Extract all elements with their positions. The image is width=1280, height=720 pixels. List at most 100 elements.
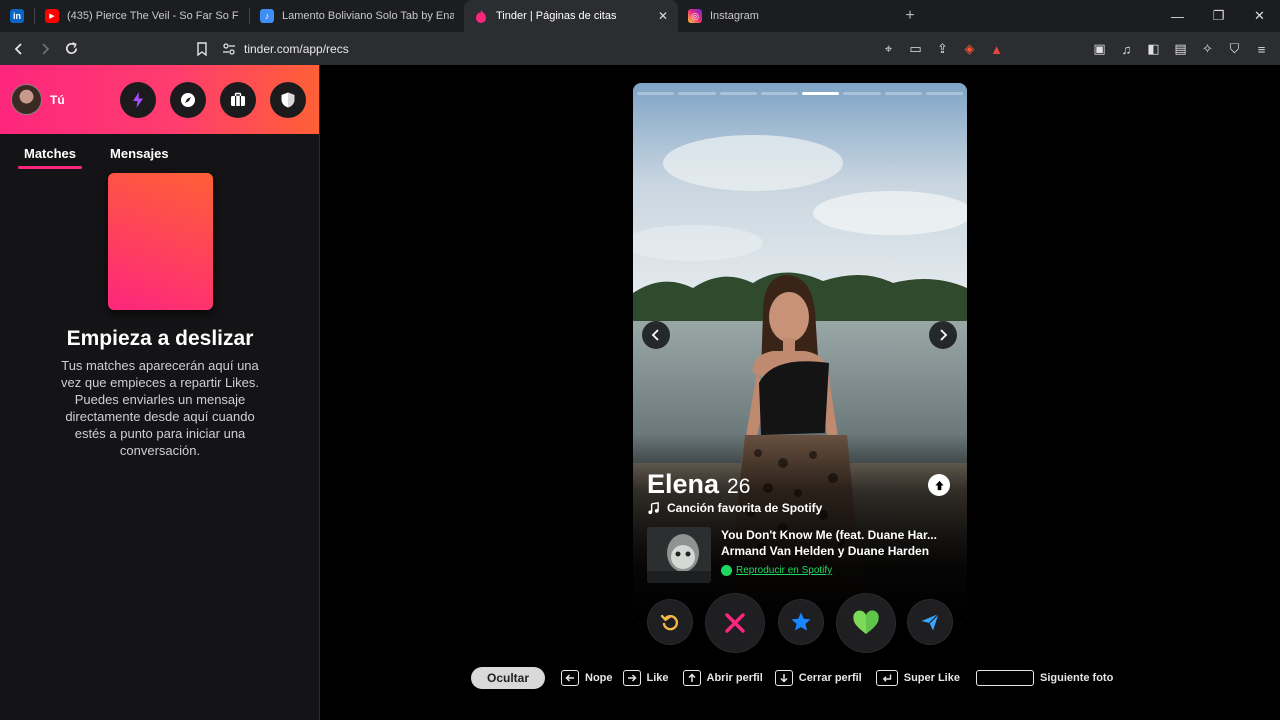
- close-window-icon[interactable]: ✕: [1239, 0, 1280, 32]
- chevron-right-icon: [940, 329, 948, 341]
- leo-ai-icon[interactable]: ✧: [1197, 39, 1218, 60]
- enter-key-icon: [875, 670, 898, 686]
- minimize-icon[interactable]: —: [1157, 0, 1198, 32]
- like-button[interactable]: [837, 594, 895, 652]
- hint-super-like: Super Like: [875, 670, 960, 686]
- instagram-icon: ◎: [688, 9, 702, 23]
- photo-indicator: [884, 92, 922, 95]
- hint-close-profile: Cerrar perfil: [774, 670, 862, 686]
- matches-sidebar: Tú Matches Mensajes Empieza a deslizar T…: [0, 65, 320, 720]
- boost-button[interactable]: [120, 82, 156, 118]
- cast-icon[interactable]: ▭: [905, 39, 926, 60]
- send-icon: [921, 613, 939, 631]
- nope-button[interactable]: [706, 594, 764, 652]
- brave-shields-icon[interactable]: ◈: [959, 39, 980, 60]
- photo-indicator-active: [802, 92, 840, 95]
- play-link-text: Reproducir en Spotify: [736, 565, 833, 576]
- site-settings-icon[interactable]: [222, 43, 236, 55]
- restore-icon[interactable]: ❐: [1198, 0, 1239, 32]
- spotify-anthem-heading: Canción favorita de Spotify: [647, 501, 822, 515]
- address-toolbar: tinder.com/app/recs ⌖ ▭ ⇪ ◈ ▲ ▣ ♫ ◧ ▤ ✧ …: [0, 32, 1280, 65]
- left-arrow-key-icon: [561, 670, 579, 686]
- heart-icon: [853, 610, 879, 634]
- right-arrow-key-icon: [622, 670, 641, 686]
- empty-state-title: Empieza a deslizar: [66, 327, 254, 350]
- shield-icon: [281, 92, 295, 108]
- url-bar[interactable]: tinder.com/app/recs: [196, 36, 996, 62]
- arrow-up-icon: [934, 480, 944, 490]
- empty-state-text: Tus matches aparecerán aquí una vez que …: [61, 358, 259, 458]
- music-icon[interactable]: ♫: [1116, 39, 1137, 60]
- safety-button[interactable]: [270, 82, 306, 118]
- briefcase-icon: [231, 92, 245, 106]
- compass-icon: [181, 93, 195, 107]
- hint-like: Like: [622, 670, 669, 686]
- reload-button[interactable]: [58, 36, 84, 62]
- tab-matches[interactable]: Matches: [18, 146, 83, 169]
- profile-name-row: Elena 26: [647, 469, 750, 500]
- tab-messages[interactable]: Mensajes: [104, 146, 175, 169]
- tinder-icon: [474, 9, 488, 23]
- arrow-right-icon: [42, 42, 50, 55]
- tab-instagram[interactable]: ◎ Instagram: [678, 0, 888, 32]
- passport-button[interactable]: [220, 82, 256, 118]
- explore-button[interactable]: [170, 82, 206, 118]
- arrow-left-icon: [14, 42, 22, 55]
- hint-nope: Nope: [561, 670, 613, 686]
- album-cover: [647, 527, 711, 583]
- music-note-icon: [648, 501, 659, 514]
- location-icon[interactable]: ⌖: [878, 39, 899, 60]
- window-controls: — ❐ ✕: [1157, 0, 1280, 32]
- tab-title: (435) Pierce The Veil - So Far So Fake: [67, 10, 239, 22]
- hide-shortcuts-button[interactable]: Ocultar: [471, 667, 545, 689]
- you-label[interactable]: Tú: [50, 93, 65, 107]
- rewind-icon: [660, 614, 679, 631]
- brave-rewards-icon[interactable]: ▲: [986, 39, 1007, 60]
- menu-icon[interactable]: ≡: [1251, 39, 1272, 60]
- tab-linkedin[interactable]: in: [0, 0, 34, 32]
- previous-photo-button[interactable]: [642, 321, 670, 349]
- space-key-icon: [975, 670, 1034, 686]
- browser-tab-bar: in ▶ (435) Pierce The Veil - So Far So F…: [0, 0, 1280, 32]
- back-button[interactable]: [6, 36, 32, 62]
- songsterr-icon: ♪: [260, 9, 274, 23]
- tab-title: Lamento Boliviano Solo Tab by Enanitos V…: [282, 10, 454, 22]
- song-info: You Don't Know Me (feat. Duane Har... Ar…: [721, 527, 957, 559]
- profile-age: 26: [727, 475, 751, 498]
- profile-card[interactable]: Elena 26 Canción favorita de Spotify You…: [633, 83, 967, 623]
- hint-open-profile: Abrir perfil: [682, 670, 763, 686]
- hint-like-label: Like: [646, 672, 669, 684]
- boost-send-button[interactable]: [908, 600, 952, 644]
- photo-indicator: [678, 92, 716, 95]
- next-photo-button[interactable]: [929, 321, 957, 349]
- youtube-icon: ▶: [45, 9, 59, 23]
- super-like-button[interactable]: [779, 600, 823, 644]
- linkedin-icon: in: [10, 9, 24, 23]
- down-arrow-key-icon: [774, 670, 793, 686]
- lightning-icon: [133, 92, 143, 108]
- play-on-spotify-link[interactable]: Reproducir en Spotify: [721, 565, 832, 576]
- new-tab-button[interactable]: +: [896, 7, 924, 25]
- media-icon[interactable]: ▣: [1089, 39, 1110, 60]
- wallet-icon[interactable]: ▤: [1170, 39, 1191, 60]
- sidebar-toggle-icon[interactable]: ◧: [1143, 39, 1164, 60]
- share-icon[interactable]: ⇪: [932, 39, 953, 60]
- vpn-icon[interactable]: ⛉: [1224, 39, 1245, 60]
- url-text: tinder.com/app/recs: [244, 42, 349, 56]
- open-profile-button[interactable]: [928, 474, 950, 496]
- tab-songsterr[interactable]: ♪ Lamento Boliviano Solo Tab by Enanitos…: [250, 0, 464, 32]
- spotify-heading-text: Canción favorita de Spotify: [667, 501, 823, 515]
- photo-indicator: [925, 92, 963, 95]
- close-x-icon: [725, 613, 745, 633]
- tab-tinder[interactable]: Tinder | Páginas de citas ✕: [464, 0, 678, 32]
- photo-progress: [637, 92, 963, 95]
- tab-youtube[interactable]: ▶ (435) Pierce The Veil - So Far So Fake: [35, 0, 249, 32]
- bookmark-icon[interactable]: [196, 42, 208, 56]
- hint-next-photo: Siguiente foto: [975, 670, 1113, 686]
- close-tab-icon[interactable]: ✕: [658, 9, 668, 23]
- hint-open-profile-label: Abrir perfil: [706, 672, 763, 684]
- rewind-button[interactable]: [648, 600, 692, 644]
- forward-button[interactable]: [32, 36, 58, 62]
- tab-title: Tinder | Páginas de citas: [496, 10, 617, 22]
- avatar[interactable]: [11, 84, 42, 115]
